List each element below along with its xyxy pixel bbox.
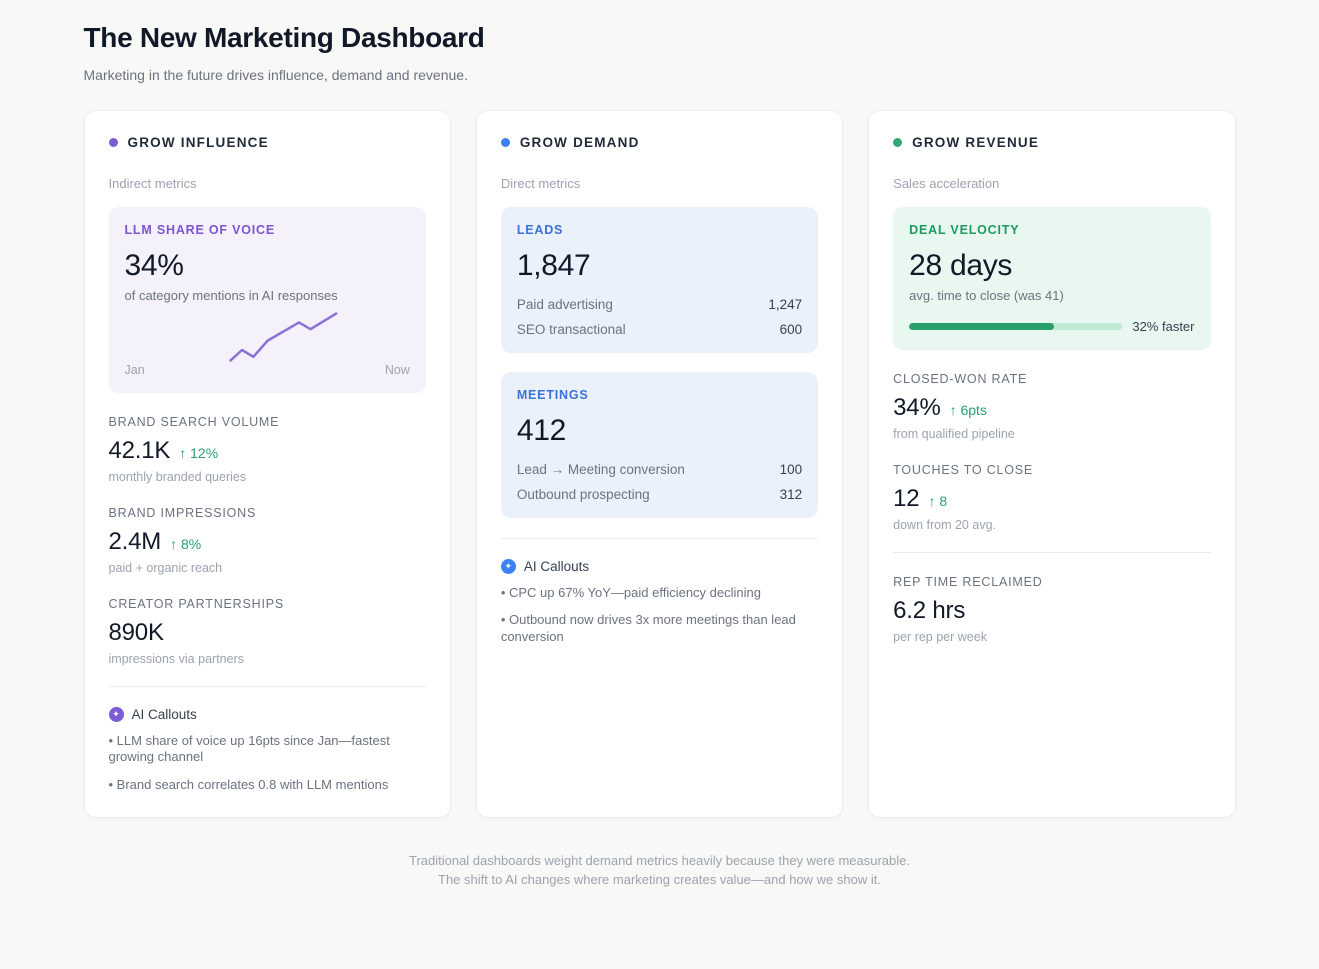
row-value: 312 bbox=[780, 487, 803, 502]
meetings-box: MEETINGS 412 Lead → Meeting conversion 1… bbox=[501, 372, 818, 518]
leads-box: LEADS 1,847 Paid advertising 1,247 SEO t… bbox=[501, 207, 818, 353]
metric-label: CLOSED-WON RATE bbox=[893, 372, 1210, 386]
ai-sparkle-icon: ✦ bbox=[501, 559, 516, 574]
card-grow-revenue: GROW REVENUE Sales acceleration DEAL VEL… bbox=[868, 110, 1235, 818]
footer-line-2: The shift to AI changes where marketing … bbox=[84, 872, 1236, 888]
divider bbox=[501, 538, 818, 539]
leads-row-paid-advertising: Paid advertising 1,247 bbox=[517, 297, 802, 312]
metric-value: 2.4M bbox=[109, 528, 162, 556]
metric-caption: paid + organic reach bbox=[109, 561, 426, 575]
metric-label: CREATOR PARTNERSHIPS bbox=[109, 597, 426, 611]
metric-caption: impressions via partners bbox=[109, 652, 426, 666]
progress-fill bbox=[909, 323, 1054, 330]
revenue-title: GROW REVENUE bbox=[912, 135, 1039, 150]
llm-sparkline: Jan Now bbox=[125, 311, 410, 377]
metric-label: TOUCHES TO CLOSE bbox=[893, 463, 1210, 477]
metric-delta: ↑ 6pts bbox=[950, 402, 987, 418]
demand-dot-icon bbox=[501, 138, 510, 147]
ai-callouts-title: AI Callouts bbox=[132, 707, 197, 722]
cards-grid: GROW INFLUENCE Indirect metrics LLM SHAR… bbox=[84, 110, 1236, 818]
metric-label: BRAND SEARCH VOLUME bbox=[109, 415, 426, 429]
influence-ai-callouts: ✦ AI Callouts LLM share of voice up 16pt… bbox=[109, 707, 426, 793]
row-value: 600 bbox=[780, 322, 803, 337]
llm-sov-value: 34% bbox=[125, 249, 410, 283]
deal-velocity-value: 28 days bbox=[909, 249, 1194, 283]
llm-sov-caption: of category mentions in AI responses bbox=[125, 288, 410, 303]
metric-caption: monthly branded queries bbox=[109, 470, 426, 484]
footer-note: Traditional dashboards weight demand met… bbox=[84, 853, 1236, 969]
demand-subtitle: Direct metrics bbox=[501, 176, 818, 191]
metric-touches-to-close: TOUCHES TO CLOSE 12 ↑ 8 down from 20 avg… bbox=[893, 463, 1210, 532]
metric-label: REP TIME RECLAIMED bbox=[893, 575, 1210, 589]
progress-label: 32% faster bbox=[1132, 319, 1194, 334]
dashboard: The New Marketing Dashboard Marketing in… bbox=[84, 0, 1236, 968]
metric-value: 890K bbox=[109, 619, 164, 647]
revenue-dot-icon bbox=[893, 138, 902, 147]
leads-label: LEADS bbox=[517, 223, 802, 237]
metric-label: BRAND IMPRESSIONS bbox=[109, 506, 426, 520]
metric-brand-impressions: BRAND IMPRESSIONS 2.4M ↑ 8% paid + organ… bbox=[109, 506, 426, 575]
leads-row-seo-transactional: SEO transactional 600 bbox=[517, 322, 802, 337]
metric-value: 42.1K bbox=[109, 437, 171, 465]
llm-share-of-voice-box: LLM SHARE OF VOICE 34% of category menti… bbox=[109, 207, 426, 393]
callout-item: Outbound now drives 3x more meetings tha… bbox=[501, 612, 818, 645]
metric-delta: ↑ 8 bbox=[928, 493, 947, 509]
spark-end-label: Now bbox=[385, 363, 410, 377]
ai-callouts-title: AI Callouts bbox=[524, 559, 589, 574]
deal-velocity-caption: avg. time to close (was 41) bbox=[909, 288, 1194, 303]
influence-subtitle: Indirect metrics bbox=[109, 176, 426, 191]
row-label: Lead → Meeting conversion bbox=[517, 462, 685, 477]
demand-title: GROW DEMAND bbox=[520, 135, 640, 150]
metric-delta: ↑ 8% bbox=[170, 536, 201, 552]
metric-value: 6.2 hrs bbox=[893, 597, 965, 625]
influence-header: GROW INFLUENCE bbox=[109, 135, 426, 150]
influence-title: GROW INFLUENCE bbox=[128, 135, 269, 150]
row-label: Paid advertising bbox=[517, 297, 613, 312]
card-grow-influence: GROW INFLUENCE Indirect metrics LLM SHAR… bbox=[84, 110, 451, 818]
metric-delta: ↑ 12% bbox=[179, 445, 218, 461]
page-subtitle: Marketing in the future drives influence… bbox=[84, 67, 1236, 83]
metric-creator-partnerships: CREATOR PARTNERSHIPS 890K impressions vi… bbox=[109, 597, 426, 666]
callout-item: CPC up 67% YoY—paid efficiency declining bbox=[501, 585, 818, 601]
revenue-header: GROW REVENUE bbox=[893, 135, 1210, 150]
revenue-subtitle: Sales acceleration bbox=[893, 176, 1210, 191]
metric-caption: down from 20 avg. bbox=[893, 518, 1210, 532]
meetings-label: MEETINGS bbox=[517, 388, 802, 402]
deal-velocity-label: DEAL VELOCITY bbox=[909, 223, 1194, 237]
row-value: 100 bbox=[780, 462, 803, 477]
footer-line-1: Traditional dashboards weight demand met… bbox=[84, 853, 1236, 869]
demand-ai-callouts: ✦ AI Callouts CPC up 67% YoY—paid effici… bbox=[501, 559, 818, 645]
metric-value: 12 bbox=[893, 485, 919, 513]
metric-caption: from qualified pipeline bbox=[893, 427, 1210, 441]
card-grow-demand: GROW DEMAND Direct metrics LEADS 1,847 P… bbox=[476, 110, 843, 818]
callout-item: Brand search correlates 0.8 with LLM men… bbox=[109, 777, 426, 793]
row-value: 1,247 bbox=[768, 297, 802, 312]
deal-velocity-progress: 32% faster bbox=[909, 319, 1194, 334]
row-label: SEO transactional bbox=[517, 322, 626, 337]
page-title: The New Marketing Dashboard bbox=[84, 22, 1236, 54]
ai-sparkle-icon: ✦ bbox=[109, 707, 124, 722]
sparkline-chart-icon bbox=[125, 311, 410, 363]
leads-value: 1,847 bbox=[517, 249, 802, 283]
metric-brand-search-volume: BRAND SEARCH VOLUME 42.1K ↑ 12% monthly … bbox=[109, 415, 426, 484]
spark-start-label: Jan bbox=[125, 363, 145, 377]
meetings-row-outbound-prospecting: Outbound prospecting 312 bbox=[517, 487, 802, 502]
metric-closed-won-rate: CLOSED-WON RATE 34% ↑ 6pts from qualifie… bbox=[893, 372, 1210, 441]
influence-dot-icon bbox=[109, 138, 118, 147]
row-label: Outbound prospecting bbox=[517, 487, 650, 502]
metric-value: 34% bbox=[893, 394, 940, 422]
divider bbox=[109, 686, 426, 687]
progress-track bbox=[909, 323, 1122, 330]
demand-header: GROW DEMAND bbox=[501, 135, 818, 150]
deal-velocity-box: DEAL VELOCITY 28 days avg. time to close… bbox=[893, 207, 1210, 350]
divider bbox=[893, 552, 1210, 553]
metric-caption: per rep per week bbox=[893, 630, 1210, 644]
metric-rep-time-reclaimed: REP TIME RECLAIMED 6.2 hrs per rep per w… bbox=[893, 575, 1210, 644]
llm-sov-label: LLM SHARE OF VOICE bbox=[125, 223, 410, 237]
meetings-row-lead-conversion: Lead → Meeting conversion 100 bbox=[517, 462, 802, 477]
meetings-value: 412 bbox=[517, 414, 802, 448]
callout-item: LLM share of voice up 16pts since Jan—fa… bbox=[109, 733, 426, 766]
